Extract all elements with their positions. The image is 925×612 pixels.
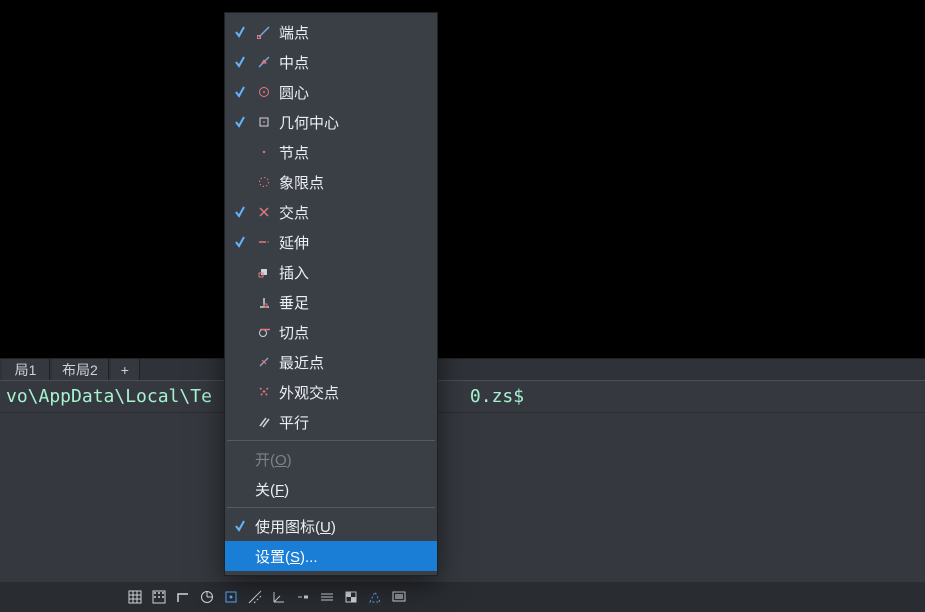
parallel-icon bbox=[255, 413, 273, 431]
osnap-item-endpoint[interactable]: 端点 bbox=[225, 17, 437, 47]
menu-item-label: 设置(S)... bbox=[255, 546, 427, 567]
grid-icon[interactable] bbox=[124, 586, 146, 608]
center-icon bbox=[255, 83, 273, 101]
osnap-item-apparent[interactable]: 外观交点 bbox=[225, 377, 437, 407]
node-icon bbox=[255, 143, 273, 161]
annotations-icon[interactable] bbox=[316, 586, 338, 608]
menu-item-label: 圆心 bbox=[279, 82, 427, 103]
command-text-right: 0.zs$ bbox=[470, 386, 524, 407]
check-icon bbox=[231, 173, 249, 191]
osnap-item-nearest[interactable]: 最近点 bbox=[225, 347, 437, 377]
check-icon bbox=[231, 113, 249, 131]
add-layout-tab[interactable]: + bbox=[111, 359, 140, 380]
layout-tab[interactable]: 布局2 bbox=[52, 359, 109, 380]
osnap-item-insert[interactable]: 插入 bbox=[225, 257, 437, 287]
menu-separator bbox=[227, 507, 435, 508]
osnap-item-quadrant[interactable]: 象限点 bbox=[225, 167, 437, 197]
command-line[interactable]: vo\AppData\Local\Te 0.zs$ bbox=[0, 381, 925, 413]
menu-item-label: 端点 bbox=[279, 22, 427, 43]
tangent-icon bbox=[255, 323, 273, 341]
osnap-item-center[interactable]: 圆心 bbox=[225, 77, 437, 107]
check-icon bbox=[231, 143, 249, 161]
selection-icon[interactable] bbox=[364, 586, 386, 608]
menu-item-label: 开(O) bbox=[255, 449, 427, 470]
check-icon bbox=[231, 450, 249, 468]
polar-icon[interactable] bbox=[196, 586, 218, 608]
check-icon bbox=[231, 23, 249, 41]
menu-item-label: 最近点 bbox=[279, 352, 427, 373]
check-icon bbox=[231, 203, 249, 221]
osnap-item-perpendicular[interactable]: 垂足 bbox=[225, 287, 437, 317]
endpoint-icon bbox=[255, 23, 273, 41]
menu-item-label: 使用图标(U) bbox=[255, 516, 427, 537]
snap-grid-icon[interactable] bbox=[148, 586, 170, 608]
check-icon bbox=[231, 263, 249, 281]
menu-item-label: 象限点 bbox=[279, 172, 427, 193]
menu-item-label: 几何中心 bbox=[279, 112, 427, 133]
check-icon bbox=[231, 413, 249, 431]
osnap-open: 开(O) bbox=[225, 444, 437, 474]
command-text-left: vo\AppData\Local\Te bbox=[6, 386, 212, 407]
extension-icon bbox=[255, 233, 273, 251]
command-area: 局1 布局2 + vo\AppData\Local\Te 0.zs$ bbox=[0, 358, 925, 612]
check-icon bbox=[231, 517, 249, 535]
intersection-icon bbox=[255, 203, 273, 221]
menu-item-label: 平行 bbox=[279, 412, 427, 433]
osnap-context-menu: 端点中点圆心几何中心节点象限点交点延伸插入垂足切点最近点外观交点平行开(O) 关(… bbox=[224, 12, 438, 576]
osnap-item-midpoint[interactable]: 中点 bbox=[225, 47, 437, 77]
apparent-icon bbox=[255, 383, 273, 401]
menu-separator bbox=[227, 440, 435, 441]
osnap-item-tangent[interactable]: 切点 bbox=[225, 317, 437, 347]
lineweight-icon[interactable] bbox=[292, 586, 314, 608]
check-icon bbox=[231, 383, 249, 401]
ortho-icon[interactable] bbox=[172, 586, 194, 608]
osnap-item-geocenter[interactable]: 几何中心 bbox=[225, 107, 437, 137]
osnap-item-intersection[interactable]: 交点 bbox=[225, 197, 437, 227]
osnap-close[interactable]: 关(F) bbox=[225, 474, 437, 504]
check-icon bbox=[231, 547, 249, 565]
osnap-item-parallel[interactable]: 平行 bbox=[225, 407, 437, 437]
menu-item-label: 外观交点 bbox=[279, 382, 427, 403]
dynucs-icon[interactable] bbox=[268, 586, 290, 608]
midpoint-icon bbox=[255, 53, 273, 71]
osnap-item-extension[interactable]: 延伸 bbox=[225, 227, 437, 257]
menu-item-label: 节点 bbox=[279, 142, 427, 163]
osnap-use-icon[interactable]: 使用图标(U) bbox=[225, 511, 437, 541]
check-icon bbox=[231, 323, 249, 341]
osnap-settings[interactable]: 设置(S)... bbox=[225, 541, 437, 571]
layout-tabs: 局1 布局2 + bbox=[0, 359, 925, 381]
osnap-icon[interactable] bbox=[220, 586, 242, 608]
menu-item-label: 垂足 bbox=[279, 292, 427, 313]
osnap-item-node[interactable]: 节点 bbox=[225, 137, 437, 167]
status-bar bbox=[0, 582, 925, 612]
check-icon bbox=[231, 53, 249, 71]
quadrant-icon bbox=[255, 173, 273, 191]
transparency-icon[interactable] bbox=[340, 586, 362, 608]
check-icon bbox=[231, 233, 249, 251]
otrack-icon[interactable] bbox=[244, 586, 266, 608]
insert-icon bbox=[255, 263, 273, 281]
menu-item-label: 延伸 bbox=[279, 232, 427, 253]
menu-item-label: 关(F) bbox=[255, 479, 427, 500]
nearest-icon bbox=[255, 353, 273, 371]
menu-item-label: 中点 bbox=[279, 52, 427, 73]
check-icon bbox=[231, 293, 249, 311]
menu-item-label: 插入 bbox=[279, 262, 427, 283]
model-icon[interactable] bbox=[388, 586, 410, 608]
check-icon bbox=[231, 83, 249, 101]
menu-item-label: 交点 bbox=[279, 202, 427, 223]
check-icon bbox=[231, 480, 249, 498]
perpendicular-icon bbox=[255, 293, 273, 311]
menu-item-label: 切点 bbox=[279, 322, 427, 343]
geocenter-icon bbox=[255, 113, 273, 131]
layout-tab[interactable]: 局1 bbox=[2, 359, 50, 380]
check-icon bbox=[231, 353, 249, 371]
